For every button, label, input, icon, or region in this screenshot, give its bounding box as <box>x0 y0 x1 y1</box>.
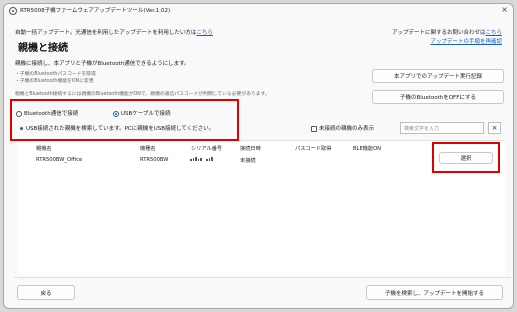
close-icon[interactable]: × <box>501 5 508 15</box>
connection-notice: 親機とBluetooth接続するには親機のBluetooth機能がONで、親機の… <box>15 92 270 97</box>
note-bluetooth: ・子機のBluetooth機能をONに変更 <box>15 79 94 84</box>
inquiry-link[interactable]: こちら <box>485 30 502 36</box>
column-header-name: 親機名 <box>36 146 52 152</box>
signal-strength-icon <box>190 157 202 161</box>
start-update-button[interactable]: 子機を検索し、アップデートを開始する <box>366 285 503 300</box>
back-button[interactable]: 戻る <box>17 285 75 300</box>
note-passcode: ・子機のBluetoothパスコードを取得 <box>15 72 96 77</box>
bluetooth-off-button[interactable]: 子機のBluetoothをOFFにする <box>372 90 504 104</box>
app-icon <box>9 7 17 15</box>
auto-update-link[interactable]: こちら <box>196 30 213 36</box>
row-name: RTR500BW_Office <box>36 157 83 163</box>
page-title: 親機と接続 <box>18 43 68 54</box>
row-model: RTR500BW <box>140 157 169 163</box>
clear-search-button[interactable]: × <box>488 122 501 134</box>
description: 親機に接続し、本アプリと子機がBluetooth通信できるようにします。 <box>15 61 190 67</box>
unconnected-only-checkbox[interactable]: 未接続の親機のみ表示 <box>311 124 374 132</box>
checkbox-icon <box>311 125 317 132</box>
row-connected: 未接続 <box>240 158 256 164</box>
search-input[interactable]: 検索文字を入力 <box>400 122 484 134</box>
column-header-ble: BLE機能ON <box>353 146 382 152</box>
auto-update-text: 自動一括アップデート。光通信を利用したアップデートを利用したい方はこちら <box>15 28 213 36</box>
inquiry-label: アップデートに関するお問い合わせは <box>391 30 486 36</box>
app-window: RTR5008子機ファームウェアアップデートツール(Ver.1.02) × 自動… <box>3 3 514 309</box>
column-header-model: 機種名 <box>140 146 156 152</box>
column-header-serial: シリアル番号 <box>191 146 223 152</box>
footer-divider <box>14 277 511 278</box>
procedure-link[interactable]: アップデートの手順を再確認 <box>430 37 502 45</box>
inquiry-text: アップデートに関するお問い合わせはこちら <box>392 28 502 36</box>
select-highlight <box>432 142 500 173</box>
column-header-passcode: パスコード取得 <box>295 146 332 152</box>
update-history-button[interactable]: 本アプリでのアップデート実行記録 <box>372 69 504 83</box>
column-header-connected: 接続日時 <box>240 146 261 152</box>
battery-level-icon <box>206 157 213 161</box>
auto-update-label: 自動一括アップデート。光通信を利用したアップデートを利用したい方は <box>15 30 197 36</box>
unconnected-only-label: 未接続の親機のみ表示 <box>319 126 375 132</box>
window-title: RTR5008子機ファームウェアアップデートツール(Ver.1.02) <box>20 8 171 14</box>
connection-highlight <box>10 99 239 141</box>
title-bar: RTR5008子機ファームウェアアップデートツール(Ver.1.02) × <box>4 4 513 18</box>
